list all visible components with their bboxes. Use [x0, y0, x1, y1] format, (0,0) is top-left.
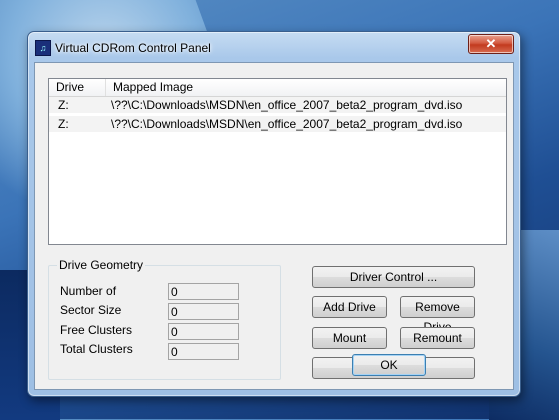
add-drive-button[interactable]: Add Drive	[312, 296, 387, 318]
list-item[interactable]: Z: \??\C:\Downloads\MSDN\en_office_2007_…	[49, 116, 506, 132]
sector-size-label: Sector Size	[60, 303, 122, 317]
cdrom-app-icon: ♫	[35, 40, 51, 56]
drive-letter: Z:	[58, 98, 69, 112]
free-clusters-field[interactable]	[168, 323, 239, 340]
column-header-drive[interactable]: Drive	[49, 79, 106, 96]
title-bar[interactable]: ♫ Virtual CDRom Control Panel ✕	[28, 32, 520, 60]
total-clusters-field[interactable]	[168, 343, 239, 360]
drive-geometry-title: Drive Geometry	[57, 258, 146, 272]
drive-list-header: Drive Mapped Image	[49, 79, 506, 97]
remount-button[interactable]: Remount	[400, 327, 475, 349]
mapped-image-path: \??\C:\Downloads\MSDN\en_office_2007_bet…	[111, 117, 463, 131]
close-button[interactable]: ✕	[468, 34, 514, 54]
number-of-label: Number of	[60, 284, 117, 298]
control-panel-window: ♫ Virtual CDRom Control Panel ✕ Drive Ma…	[27, 31, 521, 397]
remove-drive-button[interactable]: Remove Drive	[400, 296, 475, 334]
drive-geometry-group: Drive Geometry Number of Sector Size Fre…	[48, 258, 281, 380]
total-clusters-label: Total Clusters	[60, 342, 133, 356]
dialog-client-area: Drive Mapped Image Z: \??\C:\Downloads\M…	[34, 62, 514, 390]
free-clusters-label: Free Clusters	[60, 323, 133, 337]
sector-size-field[interactable]	[168, 303, 239, 320]
drive-letter: Z:	[58, 117, 69, 131]
mount-button[interactable]: Mount	[312, 327, 387, 349]
mapped-image-path: \??\C:\Downloads\MSDN\en_office_2007_bet…	[111, 98, 463, 112]
list-item[interactable]: Z: \??\C:\Downloads\MSDN\en_office_2007_…	[49, 97, 506, 113]
drive-list[interactable]: Drive Mapped Image Z: \??\C:\Downloads\M…	[48, 78, 507, 245]
driver-control-button[interactable]: Driver Control ...	[312, 266, 475, 288]
number-of-field[interactable]	[168, 283, 239, 300]
ok-button[interactable]: OK	[352, 354, 426, 376]
column-header-mapped-image[interactable]: Mapped Image	[106, 79, 506, 96]
window-title: Virtual CDRom Control Panel	[55, 41, 211, 55]
